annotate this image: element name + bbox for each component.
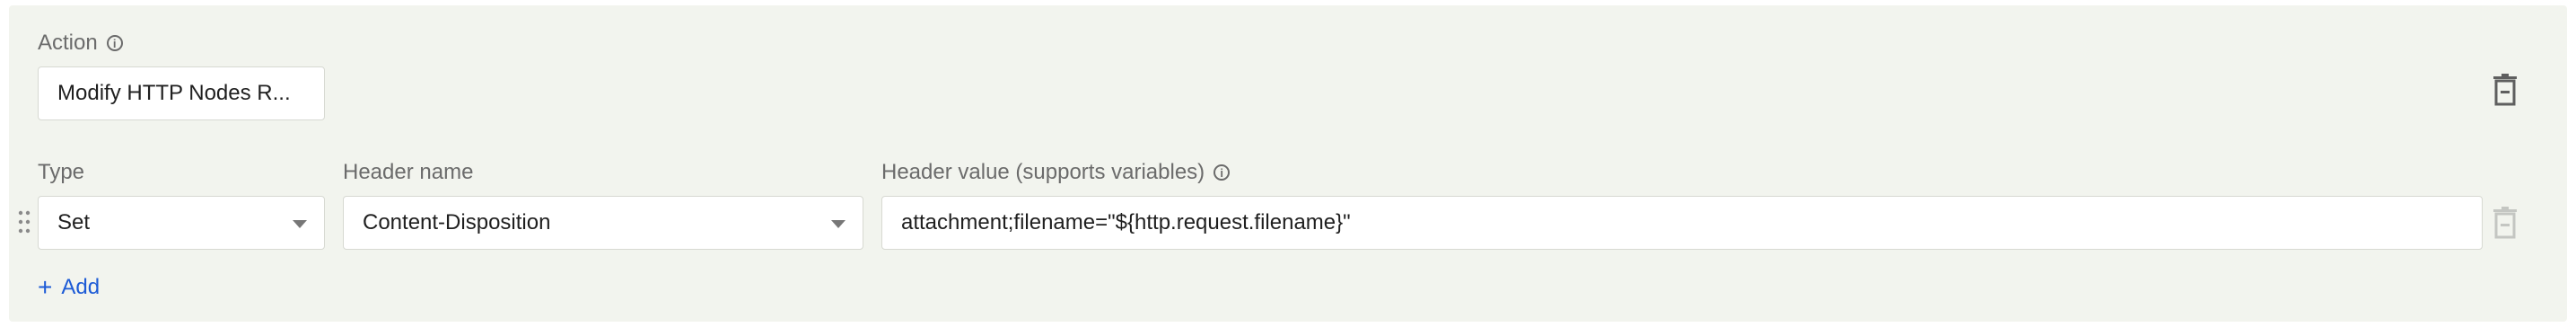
plus-icon: +	[38, 273, 53, 301]
header-name-select[interactable]: Content-Disposition	[343, 196, 863, 250]
type-column-label: Type	[38, 160, 84, 185]
header-value-column-label-text: Header value (supports variables)	[881, 160, 1205, 184]
header-value-input-value: attachment;filename="${http.request.file…	[901, 210, 1351, 234]
add-header-button[interactable]: + Add	[38, 275, 100, 300]
info-icon[interactable]: i	[106, 35, 123, 51]
type-select-value: Set	[57, 210, 91, 234]
header-name-column-label-text: Header name	[343, 160, 474, 184]
action-label: Action i	[38, 31, 123, 56]
header-name-select-value: Content-Disposition	[363, 210, 551, 234]
action-panel: Action i Modify HTTP Nodes R... Type Hea…	[9, 5, 2567, 322]
delete-row-icon[interactable]	[2492, 207, 2519, 239]
add-header-button-label: Add	[61, 275, 101, 299]
type-column-label-text: Type	[38, 160, 85, 184]
info-icon[interactable]: i	[1214, 164, 1231, 181]
action-select[interactable]: Modify HTTP Nodes R...	[38, 66, 325, 120]
type-select[interactable]: Set	[38, 196, 325, 250]
chevron-down-icon[interactable]	[831, 220, 846, 228]
header-value-input[interactable]: attachment;filename="${http.request.file…	[881, 196, 2483, 250]
header-name-column-label: Header name	[343, 160, 473, 185]
header-value-column-label: Header value (supports variables) i	[881, 160, 1231, 185]
delete-action-icon[interactable]	[2492, 74, 2519, 106]
drag-handle-icon[interactable]	[18, 210, 31, 234]
chevron-down-icon[interactable]	[293, 220, 307, 228]
action-label-text: Action	[38, 31, 98, 55]
action-select-value: Modify HTTP Nodes R...	[57, 81, 291, 105]
